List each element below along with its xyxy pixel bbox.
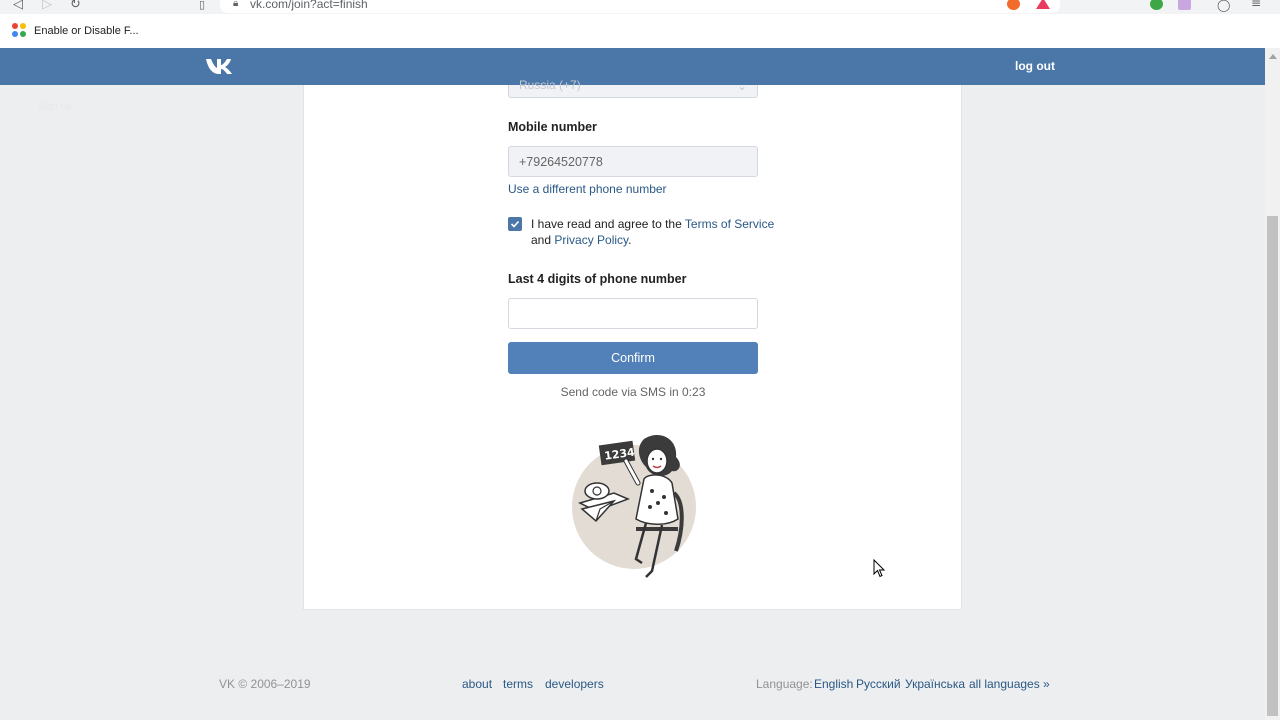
digits-label: Last 4 digits of phone number — [508, 272, 687, 286]
country-value: Russia (+7) — [519, 78, 581, 92]
back-icon[interactable]: ◁ — [13, 0, 23, 12]
language-all[interactable]: all languages » — [969, 677, 1050, 691]
agree-text-part: and — [531, 233, 555, 247]
profile-icon[interactable]: ◯ — [1217, 0, 1230, 12]
footer-link-terms[interactable]: terms — [503, 677, 533, 691]
lock-icon: 🔒︎ — [233, 0, 239, 9]
agree-text-part: . — [628, 233, 632, 247]
logout-link[interactable]: log out — [1015, 59, 1055, 73]
agree-checkbox[interactable] — [508, 217, 522, 231]
country-select[interactable]: Russia (+7) ⌄ — [508, 78, 758, 98]
sms-illustration: 1234 — [572, 435, 696, 578]
language-english[interactable]: English — [814, 677, 853, 691]
signup-card: Russia (+7) ⌄ Mobile number +79264520778… — [303, 78, 962, 610]
confirm-button[interactable]: Confirm — [508, 342, 758, 374]
language-label: Language: — [756, 677, 813, 691]
extension-icon[interactable] — [1150, 0, 1163, 10]
copyright-text: VK © 2006–2019 — [219, 677, 311, 691]
url-text: vk.com/join?act=finish — [250, 0, 368, 11]
mobile-label: Mobile number — [508, 120, 597, 134]
bookmarks-bar: Enable or Disable F... — [0, 14, 1280, 48]
mouse-cursor-icon — [873, 559, 886, 578]
page-scrollbar[interactable] — [1265, 48, 1280, 720]
sidebar-item-signup[interactable]: Sign up — [38, 101, 72, 112]
scroll-up-icon[interactable] — [1269, 54, 1277, 59]
rewards-icon[interactable] — [1036, 0, 1050, 9]
scroll-thumb[interactable] — [1267, 216, 1278, 716]
digits-input[interactable] — [508, 298, 758, 329]
forward-icon[interactable]: ▷ — [42, 0, 52, 12]
checkmark-icon — [510, 220, 520, 228]
menu-icon[interactable]: ≡ — [1251, 0, 1261, 10]
privacy-link[interactable]: Privacy Policy — [554, 233, 628, 247]
browser-toolbar: ◁ ▷ ↻ ▯ 🔒︎ vk.com/join?act=finish ◯ ≡ — [0, 0, 1280, 14]
bookmark-label: Enable or Disable F... — [34, 24, 139, 37]
address-bar[interactable]: 🔒︎ vk.com/join?act=finish — [220, 0, 1060, 13]
extension-icon-2[interactable] — [1178, 0, 1191, 10]
reload-icon[interactable]: ↻ — [70, 0, 81, 12]
agree-text: I have read and agree to the Terms of Se… — [531, 216, 791, 248]
site-header: log out — [0, 48, 1265, 85]
language-ukrainian[interactable]: Українська — [905, 677, 965, 691]
chevron-down-icon: ⌄ — [736, 79, 747, 93]
bookmark-icon[interactable]: ▯ — [199, 0, 205, 11]
brave-shield-icon[interactable] — [1007, 0, 1020, 10]
footer-link-developers[interactable]: developers — [545, 677, 604, 691]
bookmark-item[interactable]: Enable or Disable F... — [12, 23, 139, 38]
different-phone-link[interactable]: Use a different phone number — [508, 182, 667, 196]
vk-logo-icon[interactable] — [205, 56, 235, 76]
mobile-number-field: +79264520778 — [508, 146, 758, 177]
apps-icon — [12, 23, 27, 38]
sms-timer-text: Send code via SMS in 0:23 — [560, 385, 706, 399]
agree-text-part: I have read and agree to the — [531, 217, 685, 231]
footer-link-about[interactable]: about — [462, 677, 492, 691]
language-russian[interactable]: Русский — [856, 677, 901, 691]
terms-link[interactable]: Terms of Service — [685, 217, 774, 231]
